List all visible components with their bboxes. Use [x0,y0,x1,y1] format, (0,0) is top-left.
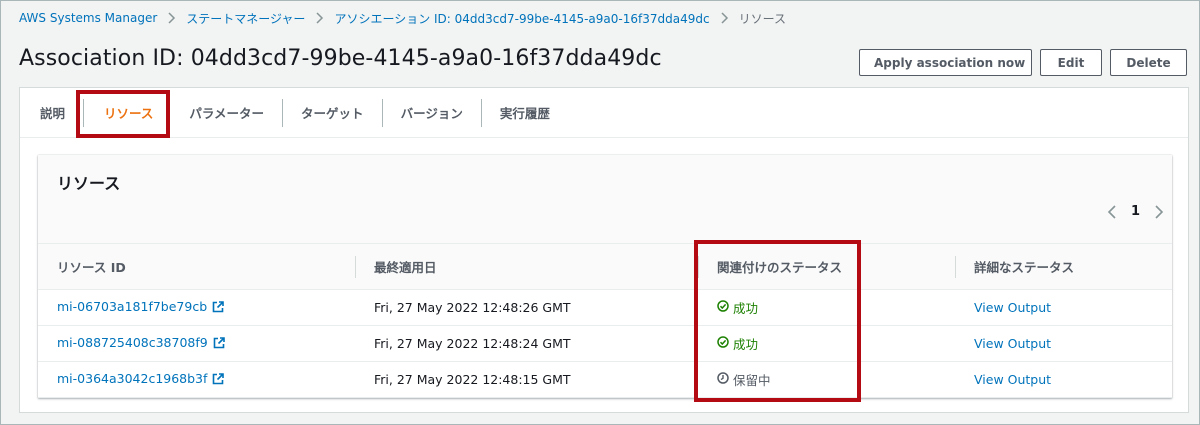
view-output-link[interactable]: View Output [974,336,1051,351]
resources-container: リソース 1 リソース ID 最終適用日 関連付けのステータス 詳細なステータス… [38,155,1172,398]
header-actions: Apply association now Edit Delete [859,49,1187,76]
table-row: mi-0364a3042c1968b3f Fri, 27 May 2022 12… [38,361,1172,398]
resources-title: リソース [57,174,121,193]
table-header-row: リソース ID 最終適用日 関連付けのステータス 詳細なステータス [38,243,1172,290]
chevron-right-icon [167,12,176,24]
view-output-link[interactable]: View Output [974,300,1051,315]
resources-table: リソース ID 最終適用日 関連付けのステータス 詳細なステータス mi-067… [38,243,1172,398]
breadcrumb-current: リソース [738,11,786,26]
resource-id-link[interactable]: mi-0364a3042c1968b3f [57,371,225,388]
resource-id-link[interactable]: mi-088725408c38708f9 [57,335,225,350]
column-header-last-applied[interactable]: 最終適用日 [355,243,698,290]
last-applied-date: Fri, 27 May 2022 12:48:26 GMT [355,289,698,326]
breadcrumb-association[interactable]: アソシエーション ID: 04dd3cd7-99be-4145-a9a0-16f… [334,10,709,27]
breadcrumb-state-manager[interactable]: ステートマネージャー [186,10,305,27]
external-link-icon [213,337,225,352]
delete-button[interactable]: Delete [1110,49,1187,76]
edit-button[interactable]: Edit [1040,49,1102,76]
tab-versions[interactable]: バージョン [383,98,481,128]
resource-id-link[interactable]: mi-06703a181f7be79cb [57,299,224,314]
association-panel: 説明 リソース パラメーター ターゲット バージョン 実行履歴 リソース 1 リ… [19,87,1189,413]
table-row: mi-088725408c38708f9 Fri, 27 May 2022 12… [38,325,1172,362]
external-link-icon [212,301,224,316]
view-output-link[interactable]: View Output [974,372,1051,387]
tab-description[interactable]: 説明 [20,98,83,128]
chevron-right-icon [315,12,324,24]
tab-targets[interactable]: ターゲット [283,98,382,128]
chevron-right-icon [720,12,729,24]
column-header-detailed-status[interactable]: 詳細なステータス [955,243,1172,290]
chevron-right-icon[interactable] [1154,204,1164,219]
last-applied-date: Fri, 27 May 2022 12:48:24 GMT [355,325,698,362]
table-row: mi-06703a181f7be79cb Fri, 27 May 2022 12… [38,289,1172,326]
last-applied-date: Fri, 27 May 2022 12:48:15 GMT [355,361,698,398]
breadcrumb-systems-manager[interactable]: AWS Systems Manager [19,11,157,25]
column-header-resource-id[interactable]: リソース ID [38,243,355,290]
breadcrumb: AWS Systems Manager ステートマネージャー アソシエーション … [19,9,786,27]
tab-parameters[interactable]: パラメーター [171,98,282,128]
chevron-left-icon[interactable] [1107,204,1117,219]
current-page-number[interactable]: 1 [1131,204,1140,219]
pagination: 1 [1107,204,1164,219]
apply-association-button[interactable]: Apply association now [859,49,1032,76]
tab-bar: 説明 リソース パラメーター ターゲット バージョン 実行履歴 [20,88,1188,138]
resources-tab-highlight-box [76,90,170,138]
external-link-icon [212,373,225,388]
page-title: Association ID: 04dd3cd7-99be-4145-a9a0-… [19,46,662,71]
resources-header: リソース 1 [38,155,1172,243]
tab-execution-history[interactable]: 実行履歴 [482,98,568,128]
status-column-highlight-box [694,240,861,402]
